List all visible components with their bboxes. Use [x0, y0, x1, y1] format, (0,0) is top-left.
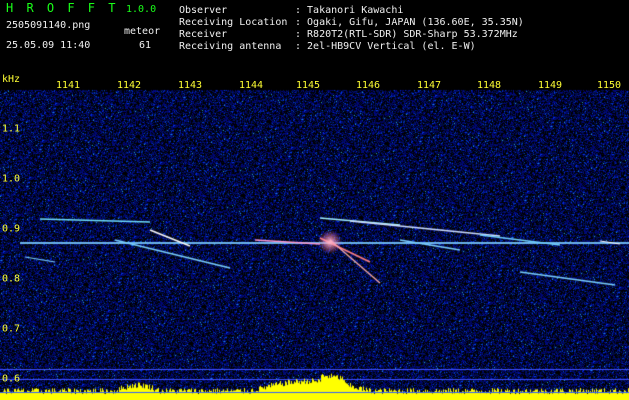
info-value-observer: : Takanori Kawachi — [295, 5, 404, 16]
time-tick-1142: 1142 — [116, 80, 142, 91]
spectrogram — [0, 0, 629, 400]
freq-tick-0-7: 0.7 — [2, 323, 21, 335]
app-name: H R O F F T — [6, 1, 119, 15]
app-version: 1.0.0 — [126, 4, 157, 15]
info-value-receiver: : R820T2(RTL-SDR) SDR-Sharp 53.372MHz — [295, 29, 518, 40]
freq-tick-0-9: 0.9 — [2, 223, 21, 235]
time-tick-1147: 1147 — [416, 80, 442, 91]
time-tick-1141: 1141 — [55, 80, 81, 91]
time-tick-1149: 1149 — [537, 80, 563, 91]
time-tick-1143: 1143 — [177, 80, 203, 91]
observation-datetime: 25.05.09 11:40 — [6, 40, 91, 51]
y-axis-unit: kHz — [2, 74, 21, 85]
info-value-antenna: : 2el-HB9CV Vertical (el. E-W) — [295, 41, 476, 52]
time-tick-1146: 1146 — [355, 80, 381, 91]
freq-tick-0-6: 0.6 — [2, 373, 21, 385]
meteor-label: meteor — [124, 26, 161, 37]
info-key-receiver: Receiver — [179, 29, 228, 40]
freq-tick-0-8: 0.8 — [2, 273, 21, 285]
image-filename: 2505091140.png — [6, 20, 91, 31]
info-key-observer: Observer — [179, 5, 228, 16]
freq-tick-1-1: 1.1 — [2, 123, 21, 135]
info-value-location: : Ogaki, Gifu, JAPAN (136.60E, 35.35N) — [295, 17, 524, 28]
freq-tick-1-0: 1.0 — [2, 173, 21, 185]
time-tick-1148: 1148 — [476, 80, 502, 91]
time-tick-1150: 1150 — [596, 80, 622, 91]
info-key-location: Receiving Location — [179, 17, 288, 28]
meteor-count: 61 — [139, 40, 152, 51]
info-key-antenna: Receiving antenna — [179, 41, 282, 52]
time-tick-1144: 1144 — [238, 80, 264, 91]
time-tick-1145: 1145 — [295, 80, 321, 91]
